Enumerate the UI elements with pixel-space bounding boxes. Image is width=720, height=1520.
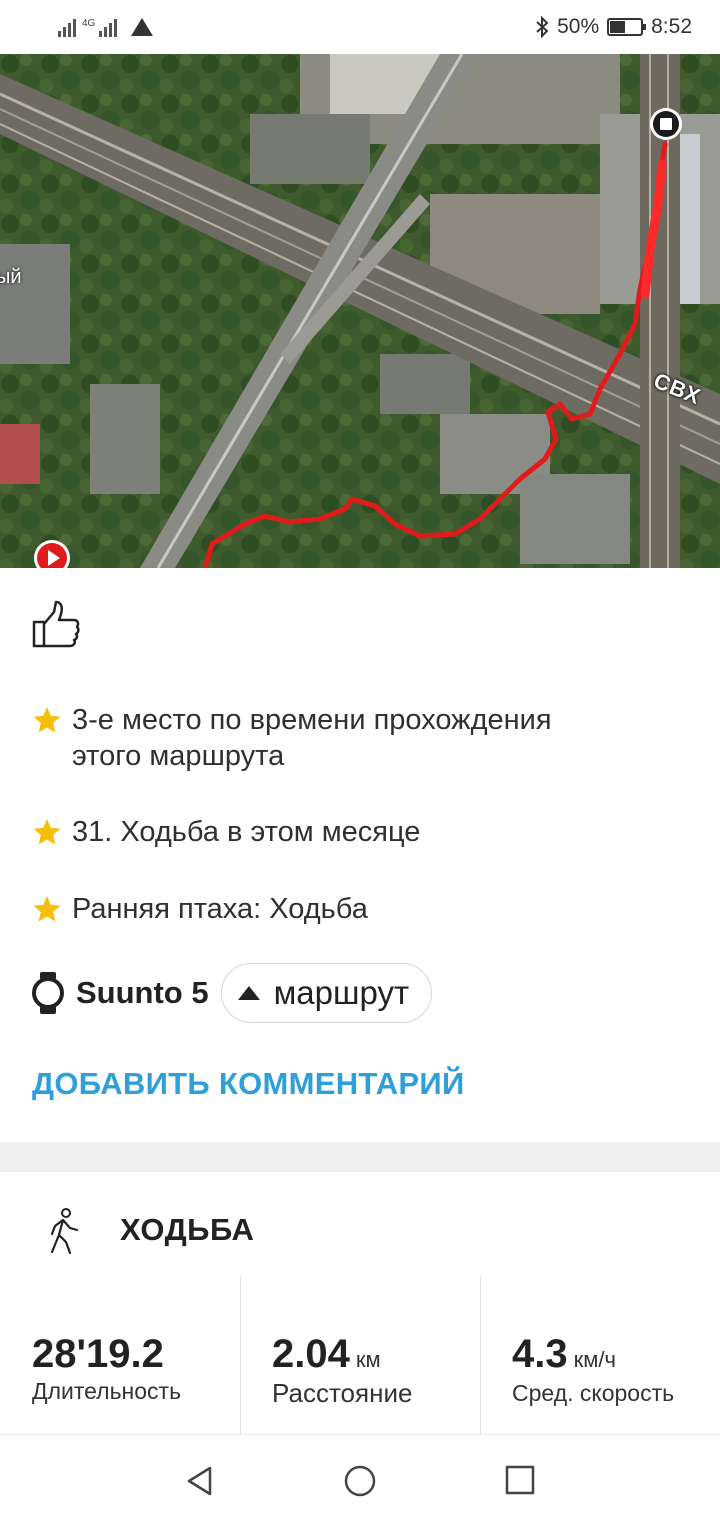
finish-marker-icon[interactable] bbox=[648, 106, 684, 142]
walking-icon bbox=[50, 1208, 79, 1254]
achievement-text: 3-е место по времени прохождения этого м… bbox=[72, 702, 552, 774]
device-row: Suunto 5 маршрут bbox=[30, 963, 433, 1023]
activity-card: 3-е место по времени прохождения этого м… bbox=[0, 568, 720, 1142]
stat-avg-speed: 4.3 км/ч Сред. скорость bbox=[480, 1276, 720, 1434]
stat-value: 2.04 км bbox=[272, 1332, 381, 1377]
achievement-line: 3-е место по времени прохождения bbox=[72, 704, 552, 736]
status-right: 50% 8:52 bbox=[535, 15, 692, 39]
achievement-item: Ранняя птаха: Ходьба bbox=[32, 891, 368, 927]
stat-unit: км bbox=[355, 1347, 381, 1372]
stat-divider bbox=[480, 1276, 481, 1434]
start-marker-icon[interactable] bbox=[32, 538, 72, 568]
stat-value: 4.3 км/ч bbox=[512, 1332, 616, 1377]
system-nav-bar bbox=[0, 1434, 720, 1520]
status-bar: 4G 50% 8:52 bbox=[0, 0, 720, 54]
achievement-text: 31. Ходьба в этом месяце bbox=[72, 816, 421, 848]
stat-divider bbox=[240, 1276, 241, 1434]
battery-percent: 50% bbox=[557, 15, 600, 38]
star-icon bbox=[33, 706, 61, 733]
map-canvas[interactable] bbox=[0, 54, 720, 568]
stat-label: Сред. скорость bbox=[512, 1380, 675, 1406]
stat-number: 2.04 bbox=[272, 1332, 350, 1376]
add-comment-button[interactable]: ДОБАВИТЬ КОММЕНТАРИЙ bbox=[32, 1066, 465, 1102]
stat-label: Расстояние bbox=[272, 1378, 413, 1408]
stat-unit: км/ч bbox=[573, 1347, 616, 1372]
stat-number: 4.3 bbox=[512, 1332, 568, 1376]
star-icon bbox=[33, 818, 61, 845]
signal-icon bbox=[58, 17, 76, 37]
achievement-item: 31. Ходьба в этом месяце bbox=[32, 814, 420, 850]
stat-number: 28'19.2 bbox=[32, 1332, 164, 1376]
route-button[interactable]: маршрут bbox=[220, 963, 433, 1023]
activity-summary: ХОДЬБА 28'19.2 Длительность 2.04 км Расс… bbox=[0, 1172, 720, 1434]
route-map[interactable]: СВХ ый bbox=[0, 54, 720, 568]
activity-title: ХОДЬБА bbox=[120, 1212, 255, 1247]
stat-distance: 2.04 км Расстояние bbox=[240, 1276, 480, 1434]
recents-icon[interactable] bbox=[505, 1465, 535, 1495]
vpn-icon bbox=[131, 18, 154, 36]
clock: 8:52 bbox=[651, 15, 692, 38]
achievement-text: Ранняя птаха: Ходьба bbox=[72, 893, 368, 925]
map-label-left: ый bbox=[0, 266, 22, 288]
network-type: 4G bbox=[82, 18, 96, 29]
device-name: Suunto 5 bbox=[76, 975, 209, 1010]
status-left: 4G bbox=[58, 17, 154, 37]
signal-icon-2 bbox=[99, 17, 118, 37]
watch-icon bbox=[32, 972, 64, 1014]
route-button-label: маршрут bbox=[273, 974, 410, 1011]
home-icon[interactable] bbox=[343, 1465, 377, 1499]
triangle-up-icon bbox=[237, 986, 260, 1000]
thumbs-up-icon[interactable] bbox=[30, 598, 82, 650]
achievement-line: этого маршрута bbox=[72, 740, 285, 772]
star-icon bbox=[33, 895, 61, 922]
bluetooth-icon bbox=[536, 16, 549, 38]
stat-value: 28'19.2 bbox=[32, 1332, 170, 1377]
stat-duration: 28'19.2 Длительность bbox=[0, 1276, 240, 1434]
battery-icon bbox=[607, 18, 647, 36]
back-icon[interactable] bbox=[184, 1465, 216, 1497]
section-divider bbox=[0, 1142, 720, 1172]
stat-label: Длительность bbox=[32, 1378, 182, 1404]
achievement-item: 3-е место по времени прохождения этого м… bbox=[32, 702, 552, 774]
